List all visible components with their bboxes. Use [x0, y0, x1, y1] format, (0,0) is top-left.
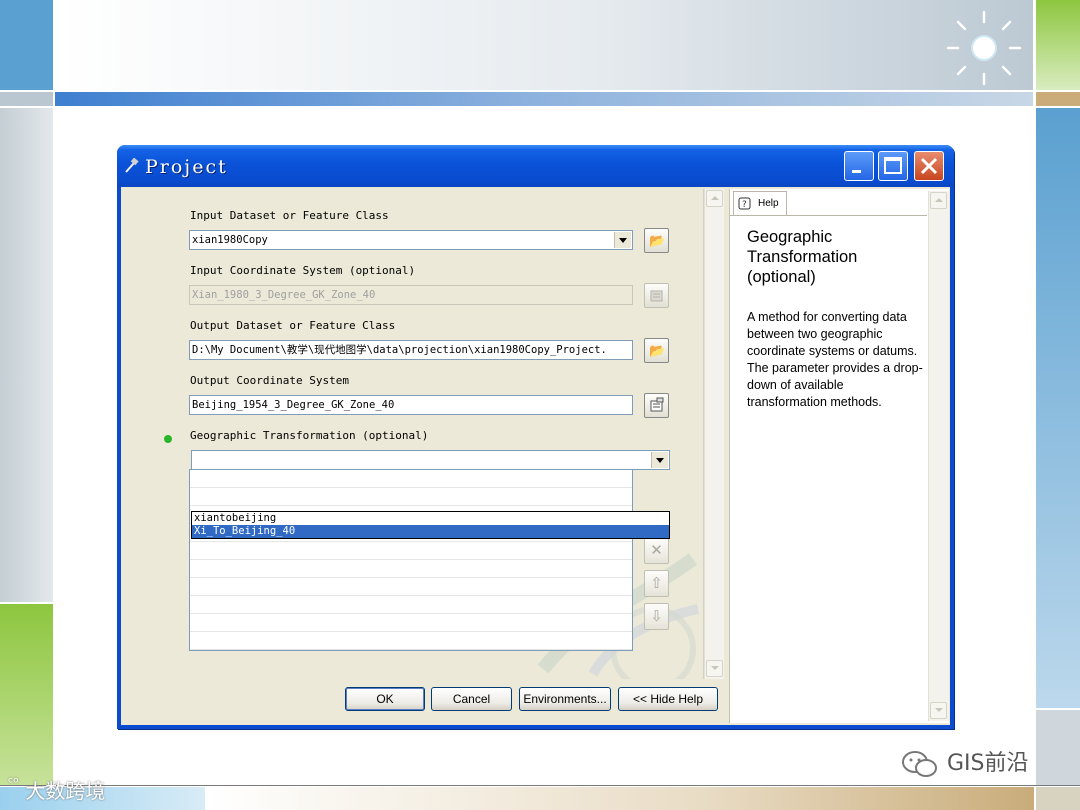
environments-button[interactable]: Environments...: [519, 687, 611, 711]
slide-blue-band-left: [0, 92, 53, 106]
ok-button[interactable]: OK: [345, 687, 425, 711]
maximize-button[interactable]: [878, 151, 908, 181]
input-coordinate-system-label: Input Coordinate System (optional): [190, 264, 416, 277]
output-dataset-label: Output Dataset or Feature Class: [190, 319, 396, 332]
hammer-icon: [125, 158, 139, 173]
help-title: Geographic Transformation (optional): [747, 228, 858, 286]
output-coordinate-system-properties-button[interactable]: [644, 393, 669, 418]
folder-open-icon: 📂: [649, 343, 666, 358]
dialog-client-area: Input Dataset or Feature Class xian1980C…: [121, 187, 950, 725]
slide-footer-line: [0, 785, 1080, 786]
help-icon: ?: [738, 197, 751, 210]
geographic-transformation-combobox[interactable]: [191, 450, 670, 470]
input-coordinate-system-properties-button: [644, 283, 669, 308]
slide-top-right-block: [1036, 0, 1080, 90]
minimize-icon: [852, 170, 861, 173]
scroll-up-button[interactable]: [930, 192, 947, 209]
scroll-up-button[interactable]: [706, 190, 723, 207]
bottom-left-watermark: ᶜᵒ 大数跨境: [8, 775, 105, 804]
close-icon: [920, 157, 938, 175]
slide-left-column-lower: [0, 604, 53, 785]
properties-icon: [650, 397, 664, 412]
maximize-icon: [884, 157, 902, 174]
help-tab-label: Help: [758, 198, 779, 209]
folder-open-icon: 📂: [649, 233, 666, 248]
slide-left-column-upper: [0, 108, 53, 602]
slide-right-column-upper: [1036, 108, 1080, 708]
arrow-down-icon: ⇩: [650, 608, 663, 625]
scroll-down-button[interactable]: [706, 660, 723, 677]
bottom-right-watermark: GIS前沿: [900, 745, 1029, 779]
slide-top-left-block: [0, 0, 53, 90]
output-dataset-input[interactable]: D:\My Document\教学\现代地图学\data\projection\…: [189, 340, 633, 360]
properties-icon: [650, 290, 663, 302]
required-indicator-icon: [164, 435, 172, 443]
scroll-down-button[interactable]: [930, 702, 947, 719]
dropdown-option[interactable]: xiantobeijing: [192, 512, 669, 525]
help-description: A method for converting data between two…: [747, 310, 923, 409]
window-title: Project: [145, 156, 228, 178]
slide-right-column-lower: [1036, 710, 1080, 785]
geographic-transformation-dropdown-list[interactable]: xiantobeijing Xi_To_Beijing_40: [191, 511, 670, 539]
output-coordinate-system-input[interactable]: Beijing_1954_3_Degree_GK_Zone_40: [189, 395, 633, 415]
input-dataset-label: Input Dataset or Feature Class: [190, 209, 389, 222]
output-coordinate-system-label: Output Coordinate System: [190, 374, 349, 387]
close-button[interactable]: [914, 151, 944, 181]
arrow-down-icon: [935, 708, 943, 712]
title-bar[interactable]: Project: [117, 145, 954, 187]
dropdown-option-selected[interactable]: Xi_To_Beijing_40: [192, 525, 669, 538]
bottom-right-watermark-text: GIS前沿: [947, 751, 1029, 776]
svg-text:?: ?: [742, 200, 747, 210]
chevron-down-icon[interactable]: [614, 232, 631, 248]
sun-logo-icon: [946, 10, 1022, 86]
output-dataset-value: D:\My Document\教学\现代地图学\data\projection\…: [192, 344, 607, 356]
input-coordinate-system-field: Xian_1980_3_Degree_GK_Zone_40: [189, 285, 633, 305]
x-icon: ✕: [650, 542, 663, 559]
arrow-up-icon: ⇧: [650, 575, 663, 592]
output-coordinate-system-value: Beijing_1954_3_Degree_GK_Zone_40: [192, 399, 395, 411]
help-tab[interactable]: ? Help: [733, 191, 787, 216]
slide-bottom-right-block: [1036, 787, 1080, 810]
minimize-button[interactable]: [844, 151, 874, 181]
input-coordinate-system-value: Xian_1980_3_Degree_GK_Zone_40: [192, 289, 376, 301]
parameters-scrollbar[interactable]: [704, 189, 724, 679]
chevron-down-icon[interactable]: [651, 452, 668, 468]
geographic-transformation-list[interactable]: [189, 469, 633, 651]
arrow-up-icon: [935, 198, 943, 202]
project-dialog: Project Input Dataset or Feature Class x…: [117, 145, 954, 729]
help-panel: ? Help Geographic Transformation (option…: [729, 189, 949, 723]
slide-blue-band: [55, 92, 1033, 106]
list-move-down-button: ⇩: [644, 603, 669, 630]
cancel-button[interactable]: Cancel: [431, 687, 512, 711]
input-dataset-browse-button[interactable]: 📂: [644, 228, 669, 253]
input-dataset-value: xian1980Copy: [192, 234, 268, 246]
slide-tan-band-right: [1036, 92, 1080, 106]
slide-bottom-band: [208, 787, 1034, 810]
input-dataset-combobox[interactable]: xian1980Copy: [189, 230, 633, 250]
output-dataset-browse-button[interactable]: 📂: [644, 338, 669, 363]
arrow-up-icon: [711, 196, 719, 200]
help-scrollbar[interactable]: [928, 191, 949, 721]
wechat-icon: [902, 751, 937, 777]
bottom-left-watermark-text: 大数跨境: [25, 779, 106, 803]
slide-top-band: [55, 0, 1033, 90]
arrow-down-icon: [711, 666, 719, 670]
parameters-panel: Input Dataset or Feature Class xian1980C…: [123, 189, 704, 679]
geographic-transformation-label: Geographic Transformation (optional): [190, 429, 429, 442]
list-remove-button: ✕: [644, 537, 669, 564]
watermark-logo-icon: ᶜᵒ: [8, 775, 19, 791]
help-tab-divider: [730, 215, 927, 216]
hide-help-button[interactable]: << Hide Help: [618, 687, 718, 711]
list-move-up-button: ⇧: [644, 570, 669, 597]
